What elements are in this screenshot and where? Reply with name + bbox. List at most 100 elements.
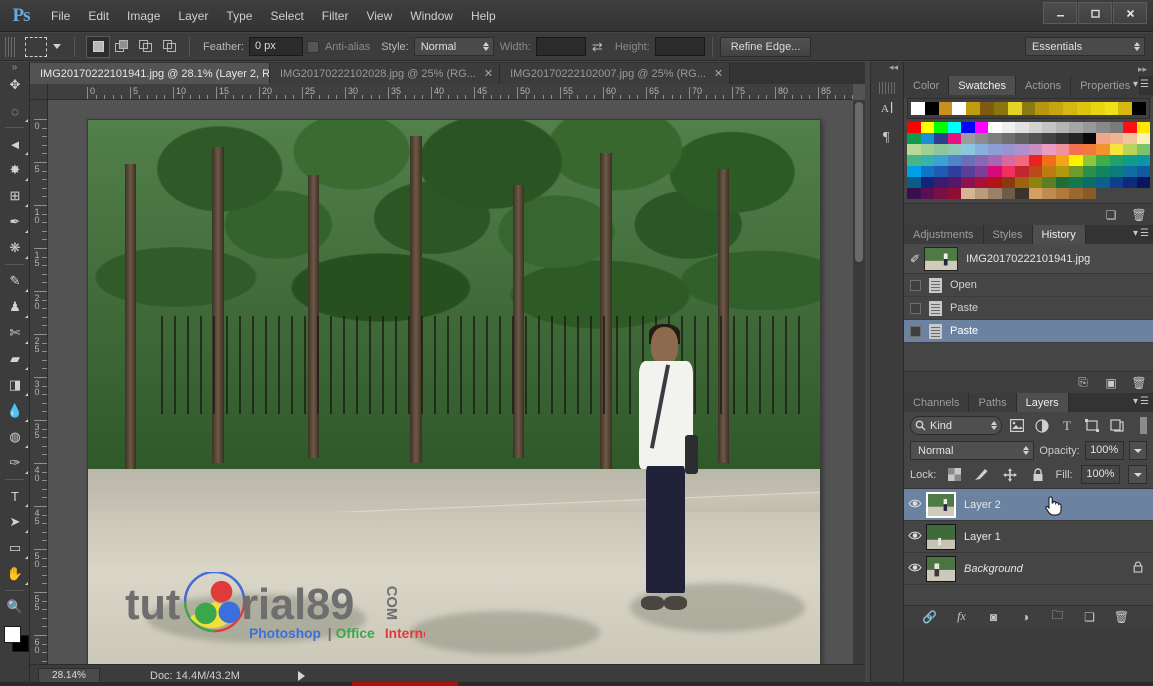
color-swatch[interactable] [1123,188,1137,199]
rectangle-tool[interactable]: ▭ [0,535,30,561]
close-button[interactable] [1113,2,1147,24]
color-swatch[interactable] [1069,155,1083,166]
history-tab-styles[interactable]: Styles [983,225,1033,244]
tools-panel-collapse[interactable] [0,62,29,72]
fill-value[interactable]: 100% [1080,465,1121,484]
scrollbar-thumb[interactable] [855,102,863,262]
history-snapshot-checkbox[interactable] [910,302,921,314]
color-swatch[interactable] [947,177,961,188]
color-swatch[interactable] [1001,188,1015,199]
color-swatch[interactable] [974,155,988,166]
history-snapshot-checkbox[interactable] [910,325,921,337]
recent-swatch[interactable] [952,102,967,115]
new-group-icon[interactable]: 🗀 [1050,608,1066,625]
color-swatch[interactable] [1015,133,1029,144]
color-swatch[interactable] [907,166,921,177]
layer-visibility-toggle[interactable] [904,530,926,544]
color-swatch[interactable] [1069,144,1083,155]
history-state-row[interactable]: Open [904,274,1153,297]
color-swatch[interactable] [1082,122,1096,133]
color-swatch[interactable] [974,188,988,199]
color-swatch[interactable] [920,177,934,188]
layer-visibility-toggle[interactable] [904,562,926,576]
document-tab-close-icon[interactable]: ✕ [484,67,493,80]
color-swatch[interactable] [1042,155,1056,166]
layer-filter-kind-select[interactable]: Kind [910,416,1002,435]
history-state-row[interactable]: Paste [904,297,1153,320]
history-snapshot-checkbox[interactable] [910,279,921,291]
swatches-tab-swatches[interactable]: Swatches [949,76,1016,95]
color-swatch[interactable] [907,122,921,133]
color-swatch[interactable] [907,133,921,144]
menu-file[interactable]: File [42,5,79,27]
anti-alias-checkbox[interactable] [306,40,319,53]
new-selection-button[interactable] [86,35,110,58]
recent-swatch[interactable] [980,102,994,115]
subtract-from-selection-button[interactable] [134,36,158,58]
current-tool-icon[interactable] [25,36,47,57]
recent-swatches-strip[interactable] [907,98,1150,119]
status-menu-arrow-icon[interactable] [297,670,305,681]
add-to-selection-button[interactable] [110,36,134,58]
filter-smart-objects-icon[interactable] [1107,416,1127,435]
recent-swatch[interactable] [1049,102,1064,115]
filter-pixel-layers-icon[interactable] [1007,416,1027,435]
recent-swatch[interactable] [1007,102,1022,115]
color-swatch[interactable] [1042,177,1056,188]
color-swatch[interactable] [1015,155,1029,166]
marquee-tool[interactable]: ◌ [0,98,30,124]
character-panel-icon[interactable]: A [871,94,904,122]
color-swatch[interactable] [1015,188,1029,199]
color-swatch[interactable] [907,188,921,199]
menu-filter[interactable]: Filter [313,5,358,27]
lock-image-pixels-icon[interactable] [972,465,992,484]
color-swatch[interactable] [1042,166,1056,177]
color-swatch[interactable] [1028,144,1042,155]
document-tab-0[interactable]: IMG20170222101941.jpg @ 28.1% (Layer 2, … [30,63,270,84]
history-state-row[interactable]: Paste [904,320,1153,343]
color-swatch[interactable] [1096,166,1110,177]
width-input[interactable] [535,37,586,56]
color-swatch[interactable] [1136,155,1150,166]
recent-swatch[interactable] [1076,102,1091,115]
menu-view[interactable]: View [357,5,401,27]
color-swatch[interactable] [1136,122,1150,133]
filter-shape-layers-icon[interactable] [1082,416,1102,435]
color-swatch[interactable] [1082,177,1096,188]
color-swatch[interactable] [1028,166,1042,177]
filter-adjustment-layers-icon[interactable] [1032,416,1052,435]
recent-swatch[interactable] [1090,102,1105,115]
swap-width-height-icon[interactable]: ⇄ [592,39,603,55]
options-bar-grip[interactable] [5,36,15,57]
layer-mask-icon[interactable]: ◙ [986,609,1002,625]
color-swatch[interactable] [974,177,988,188]
menu-edit[interactable]: Edit [79,5,118,27]
color-swatch[interactable] [934,133,948,144]
color-swatch[interactable] [1001,155,1015,166]
crop-tool[interactable]: ⊞ [0,183,30,209]
color-swatch[interactable] [1001,133,1015,144]
color-swatch[interactable] [1136,166,1150,177]
color-swatch[interactable] [1082,166,1096,177]
color-swatch[interactable] [947,144,961,155]
new-layer-icon[interactable]: ❏ [1082,609,1098,625]
color-swatch[interactable] [1055,133,1069,144]
swatches-tab-properties[interactable]: Properties [1071,76,1141,95]
color-swatch[interactable] [1001,122,1015,133]
color-swatch[interactable] [1055,144,1069,155]
color-swatch[interactable] [961,177,975,188]
delete-state-icon[interactable]: 🗑 [1131,375,1147,391]
color-swatch[interactable] [1096,133,1110,144]
swatches-panel-menu-icon[interactable]: ▾ ☰ [1133,79,1149,90]
recent-swatch[interactable] [1132,102,1147,115]
color-swatch[interactable] [1096,188,1110,199]
menu-window[interactable]: Window [401,5,462,27]
color-swatch[interactable] [920,188,934,199]
height-input[interactable] [654,37,705,56]
swatches-tab-actions[interactable]: Actions [1016,76,1072,95]
workspace-select[interactable]: Essentials [1025,37,1145,56]
recent-swatch[interactable] [911,102,925,115]
layer-thumbnail[interactable] [926,555,956,582]
menu-select[interactable]: Select [261,5,312,27]
layer-visibility-toggle[interactable] [904,498,926,512]
